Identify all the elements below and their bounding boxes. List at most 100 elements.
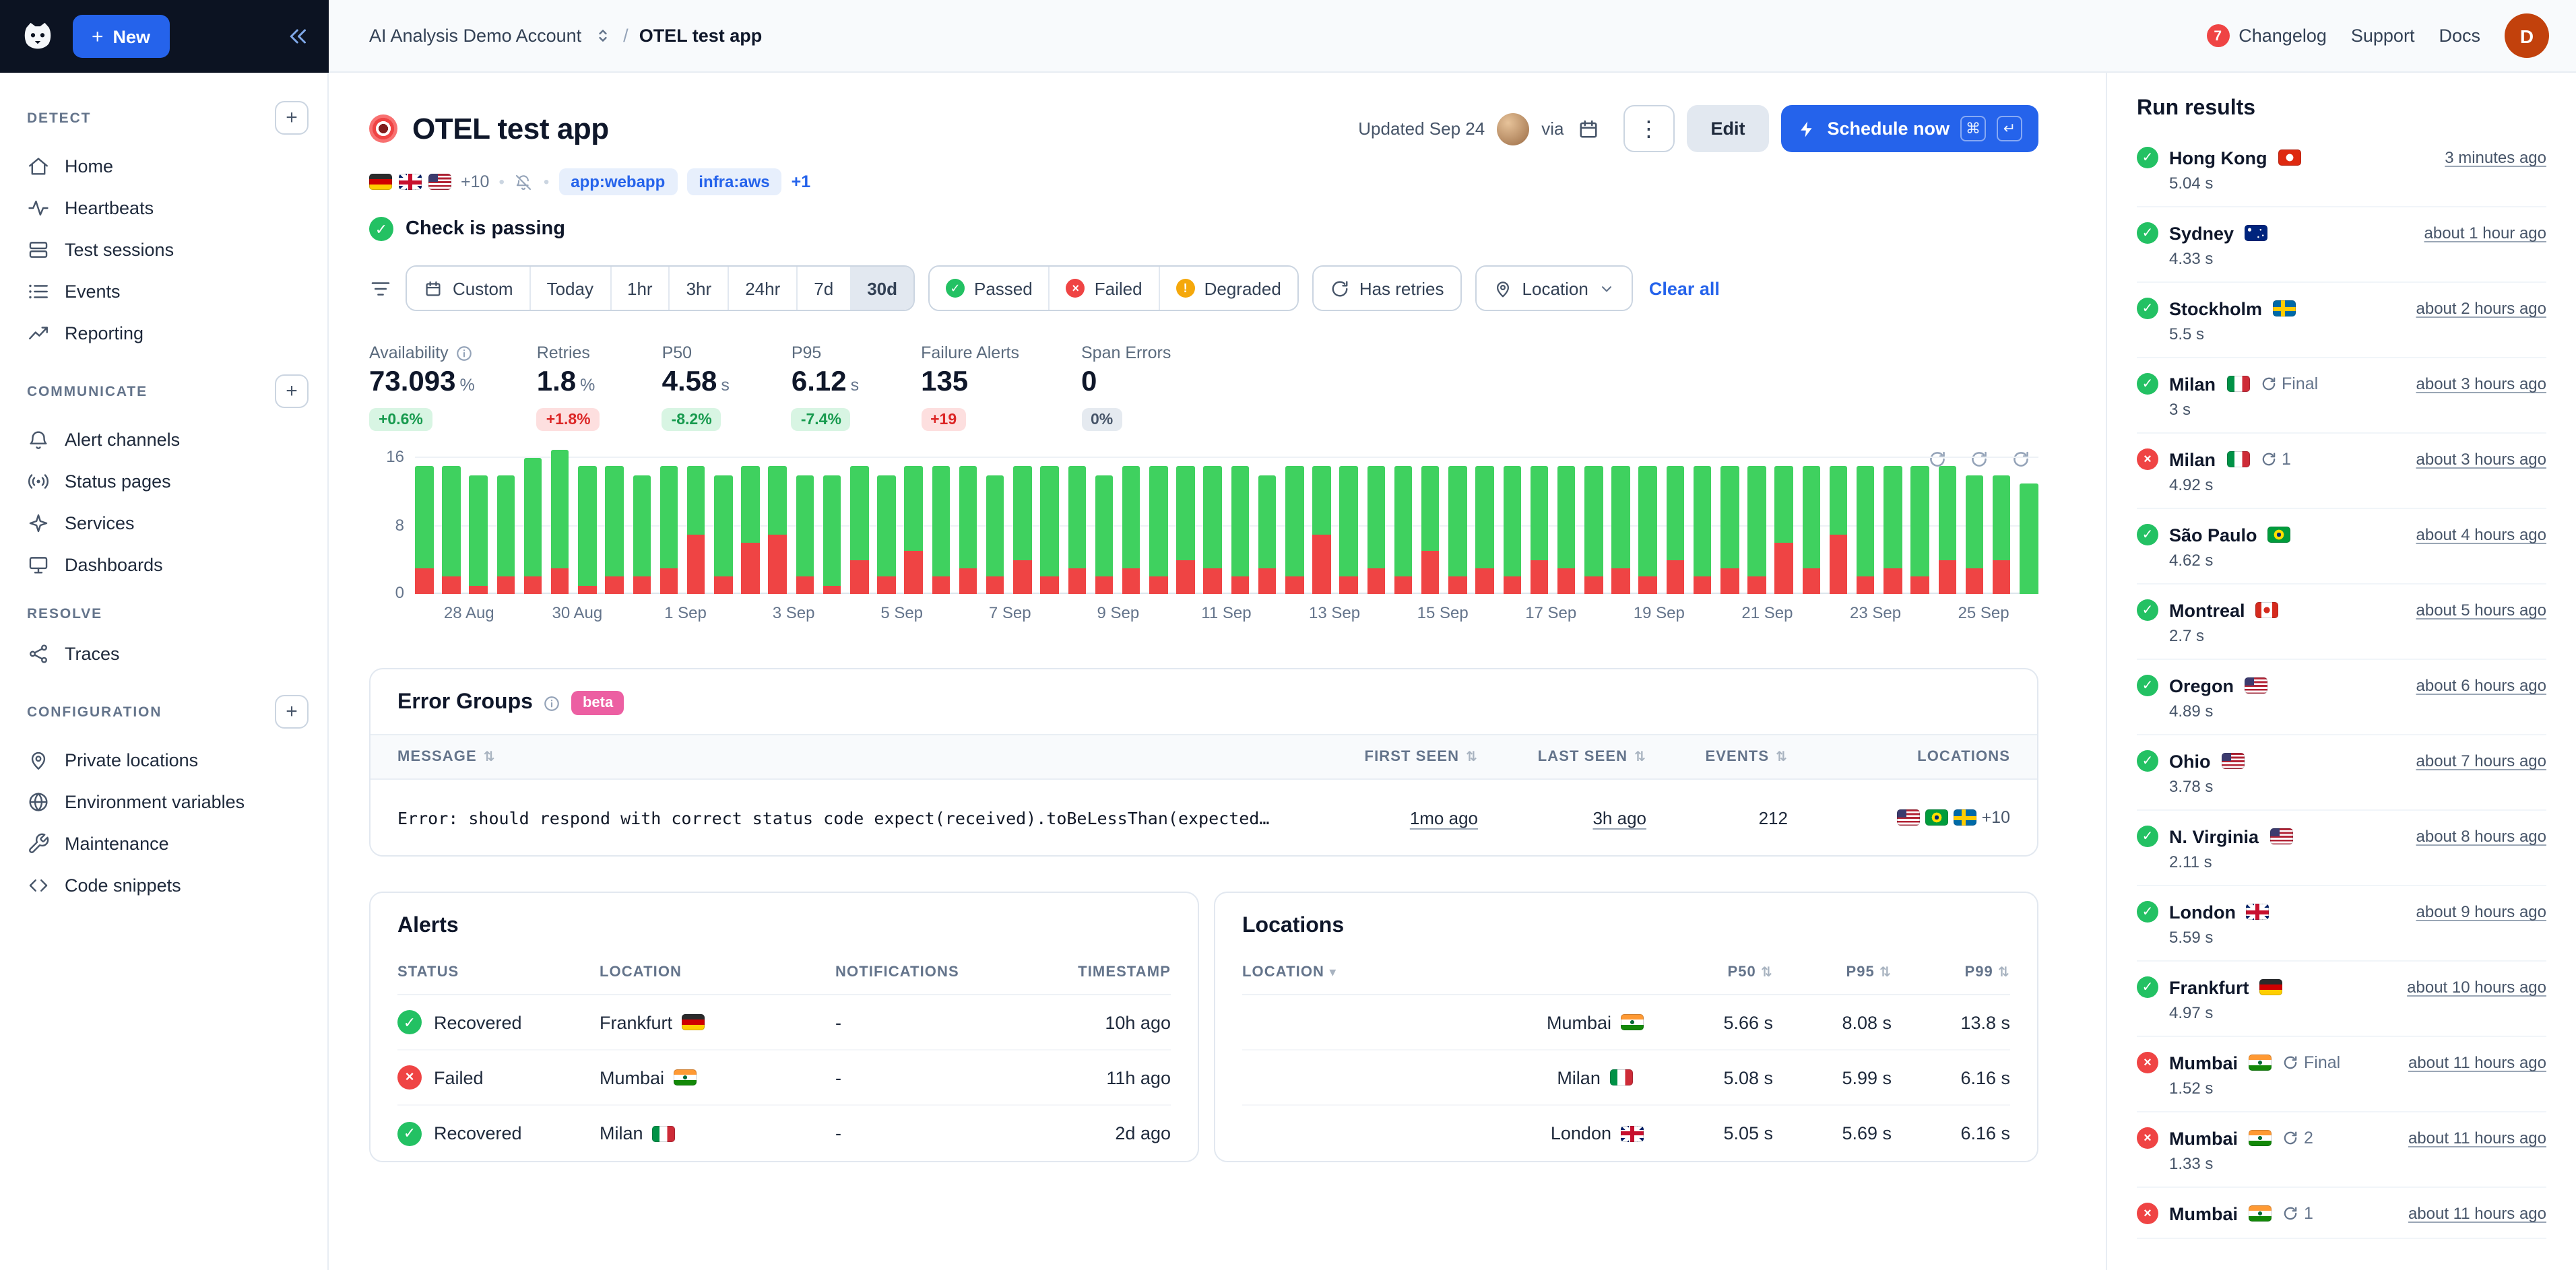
tag-chip-aws[interactable]: infra:aws [686,168,781,195]
filter-1hr[interactable]: 1hr [610,267,669,310]
chart-bar[interactable] [496,475,515,594]
filter-passed[interactable]: ✓ Passed [930,267,1049,310]
chart-bar[interactable] [470,475,488,594]
run-timestamp-link[interactable]: about 11 hours ago [2408,1053,2546,1072]
sidebar-item-heartbeats[interactable]: Heartbeats [0,187,327,229]
chart-bar[interactable] [823,475,841,594]
checkly-logo-icon[interactable] [19,18,57,55]
alert-row[interactable]: ×FailedMumbai-11h ago [397,1050,1171,1106]
chart-bar[interactable] [850,467,868,594]
chart-bar[interactable] [415,467,433,594]
run-timestamp-link[interactable]: about 9 hours ago [2416,902,2547,921]
add-configuration-button[interactable]: + [275,695,309,729]
run-timestamp-link[interactable]: about 8 hours ago [2416,827,2547,846]
sidebar-item-services[interactable]: Services [0,502,327,544]
run-result-item[interactable]: ✓Sydneyabout 1 hour ago4.33 s [2137,207,2546,283]
run-timestamp-link[interactable]: about 1 hour ago [2424,224,2547,242]
filter-7d[interactable]: 7d [796,267,849,310]
chart-bar[interactable] [1068,467,1086,594]
add-communicate-button[interactable]: + [275,374,309,408]
flags-more[interactable]: +10 [461,172,489,191]
chart-bar[interactable] [1883,467,1902,594]
sidebar-item-environment-variables[interactable]: Environment variables [0,781,327,823]
run-result-item[interactable]: ×Milan1about 3 hours ago4.92 s [2137,434,2546,509]
location-row[interactable]: Mumbai5.66 s8.08 s13.8 s [1242,995,2010,1050]
chart-bar[interactable] [796,475,814,594]
column-status[interactable]: STATUS [397,964,600,980]
chart-bar[interactable] [1122,467,1140,594]
chart-bar[interactable] [1503,467,1521,594]
column-p95[interactable]: P95 ⇅ [1773,964,1892,980]
filter-3hr[interactable]: 3hr [669,267,728,310]
chart-bar[interactable] [714,475,732,594]
chart-bar[interactable] [1448,467,1467,594]
chart-bar[interactable] [1720,467,1739,594]
chart-bar[interactable] [769,467,787,594]
column-last-seen[interactable]: LAST SEEN⇅ [1478,749,1646,765]
sidebar-item-maintenance[interactable]: Maintenance [0,823,327,865]
chart-bar[interactable] [578,467,596,594]
sidebar-item-reporting[interactable]: Reporting [0,312,327,354]
run-results-panel[interactable]: Run results ✓Hong Kong3 minutes ago5.04 … [2106,73,2576,1270]
account-switcher-icon[interactable] [592,26,612,46]
run-timestamp-link[interactable]: about 3 hours ago [2416,374,2547,393]
chart-bar[interactable] [1204,467,1222,594]
chart-bar[interactable] [1421,467,1440,594]
chart-bar[interactable] [1666,467,1684,594]
more-actions-button[interactable]: ⋮ [1623,105,1674,152]
run-result-item[interactable]: ✓Hong Kong3 minutes ago5.04 s [2137,132,2546,207]
filter-icon[interactable] [369,277,392,300]
run-result-item[interactable]: ✓MilanFinalabout 3 hours ago3 s [2137,358,2546,434]
run-result-item[interactable]: ✓São Pauloabout 4 hours ago4.62 s [2137,509,2546,584]
filter-24hr[interactable]: 24hr [728,267,796,310]
sidebar-item-events[interactable]: Events [0,271,327,312]
filter-today[interactable]: Today [529,267,610,310]
filter-has-retries[interactable]: Has retries [1314,267,1460,310]
chart-bar[interactable] [959,467,977,594]
column-p50[interactable]: P50 ⇅ [1654,964,1773,980]
chart-bar[interactable] [1584,467,1603,594]
run-timestamp-link[interactable]: 3 minutes ago [2445,148,2546,167]
chart-bar[interactable] [1149,467,1167,594]
run-timestamp-link[interactable]: about 11 hours ago [2408,1204,2546,1223]
docs-link[interactable]: Docs [2439,26,2480,46]
column-location[interactable]: LOCATION [600,964,835,980]
chart-bar[interactable] [2020,483,2038,594]
chart-bar[interactable] [1802,467,1820,594]
chart-bar[interactable] [905,467,923,594]
chart-bar[interactable] [1857,467,1875,594]
filter-failed[interactable]: × Failed [1049,267,1159,310]
collapse-sidebar-icon[interactable] [286,24,310,48]
run-result-item[interactable]: ✓Londonabout 9 hours ago5.59 s [2137,886,2546,962]
column-location[interactable]: LOCATION ▾ [1242,964,1654,980]
chart-bar[interactable] [1231,467,1249,594]
run-result-item[interactable]: ×Mumbai1about 11 hours ago [2137,1188,2546,1239]
chart-bar[interactable] [1965,475,1983,594]
chart-bar[interactable] [1830,467,1848,594]
chart-bar[interactable] [524,458,542,594]
filter-location[interactable]: Location [1477,267,1632,310]
chart-bar[interactable] [633,475,651,594]
last-seen-value[interactable]: 3h ago [1478,807,1646,828]
chart-bar[interactable] [1394,467,1413,594]
chart-bar[interactable] [986,475,1004,594]
schedule-now-button[interactable]: Schedule now ⌘ ↵ [1781,105,2038,152]
chart-bar[interactable] [606,467,624,594]
sidebar-item-test-sessions[interactable]: Test sessions [0,229,327,271]
run-result-item[interactable]: ✓Montrealabout 5 hours ago2.7 s [2137,584,2546,660]
chart-bar[interactable] [1694,467,1712,594]
run-timestamp-link[interactable]: about 5 hours ago [2416,601,2547,620]
location-row[interactable]: Milan5.08 s5.99 s6.16 s [1242,1050,2010,1106]
chart-bar[interactable] [932,467,950,594]
chart-bar[interactable] [1095,475,1113,594]
alert-row[interactable]: ✓RecoveredFrankfurt-10h ago [397,995,1171,1050]
chart-bar[interactable] [1367,467,1385,594]
first-seen-value[interactable]: 1mo ago [1310,807,1478,828]
filter-degraded[interactable]: ! Degraded [1159,267,1297,310]
chart-bar[interactable] [1775,467,1793,594]
clear-all-link[interactable]: Clear all [1649,278,1720,298]
run-timestamp-link[interactable]: about 11 hours ago [2408,1129,2546,1147]
column-first-seen[interactable]: FIRST SEEN⇅ [1310,749,1478,765]
column-notifications[interactable]: NOTIFICATIONS [835,964,1058,980]
sidebar-item-alert-channels[interactable]: Alert channels [0,419,327,461]
